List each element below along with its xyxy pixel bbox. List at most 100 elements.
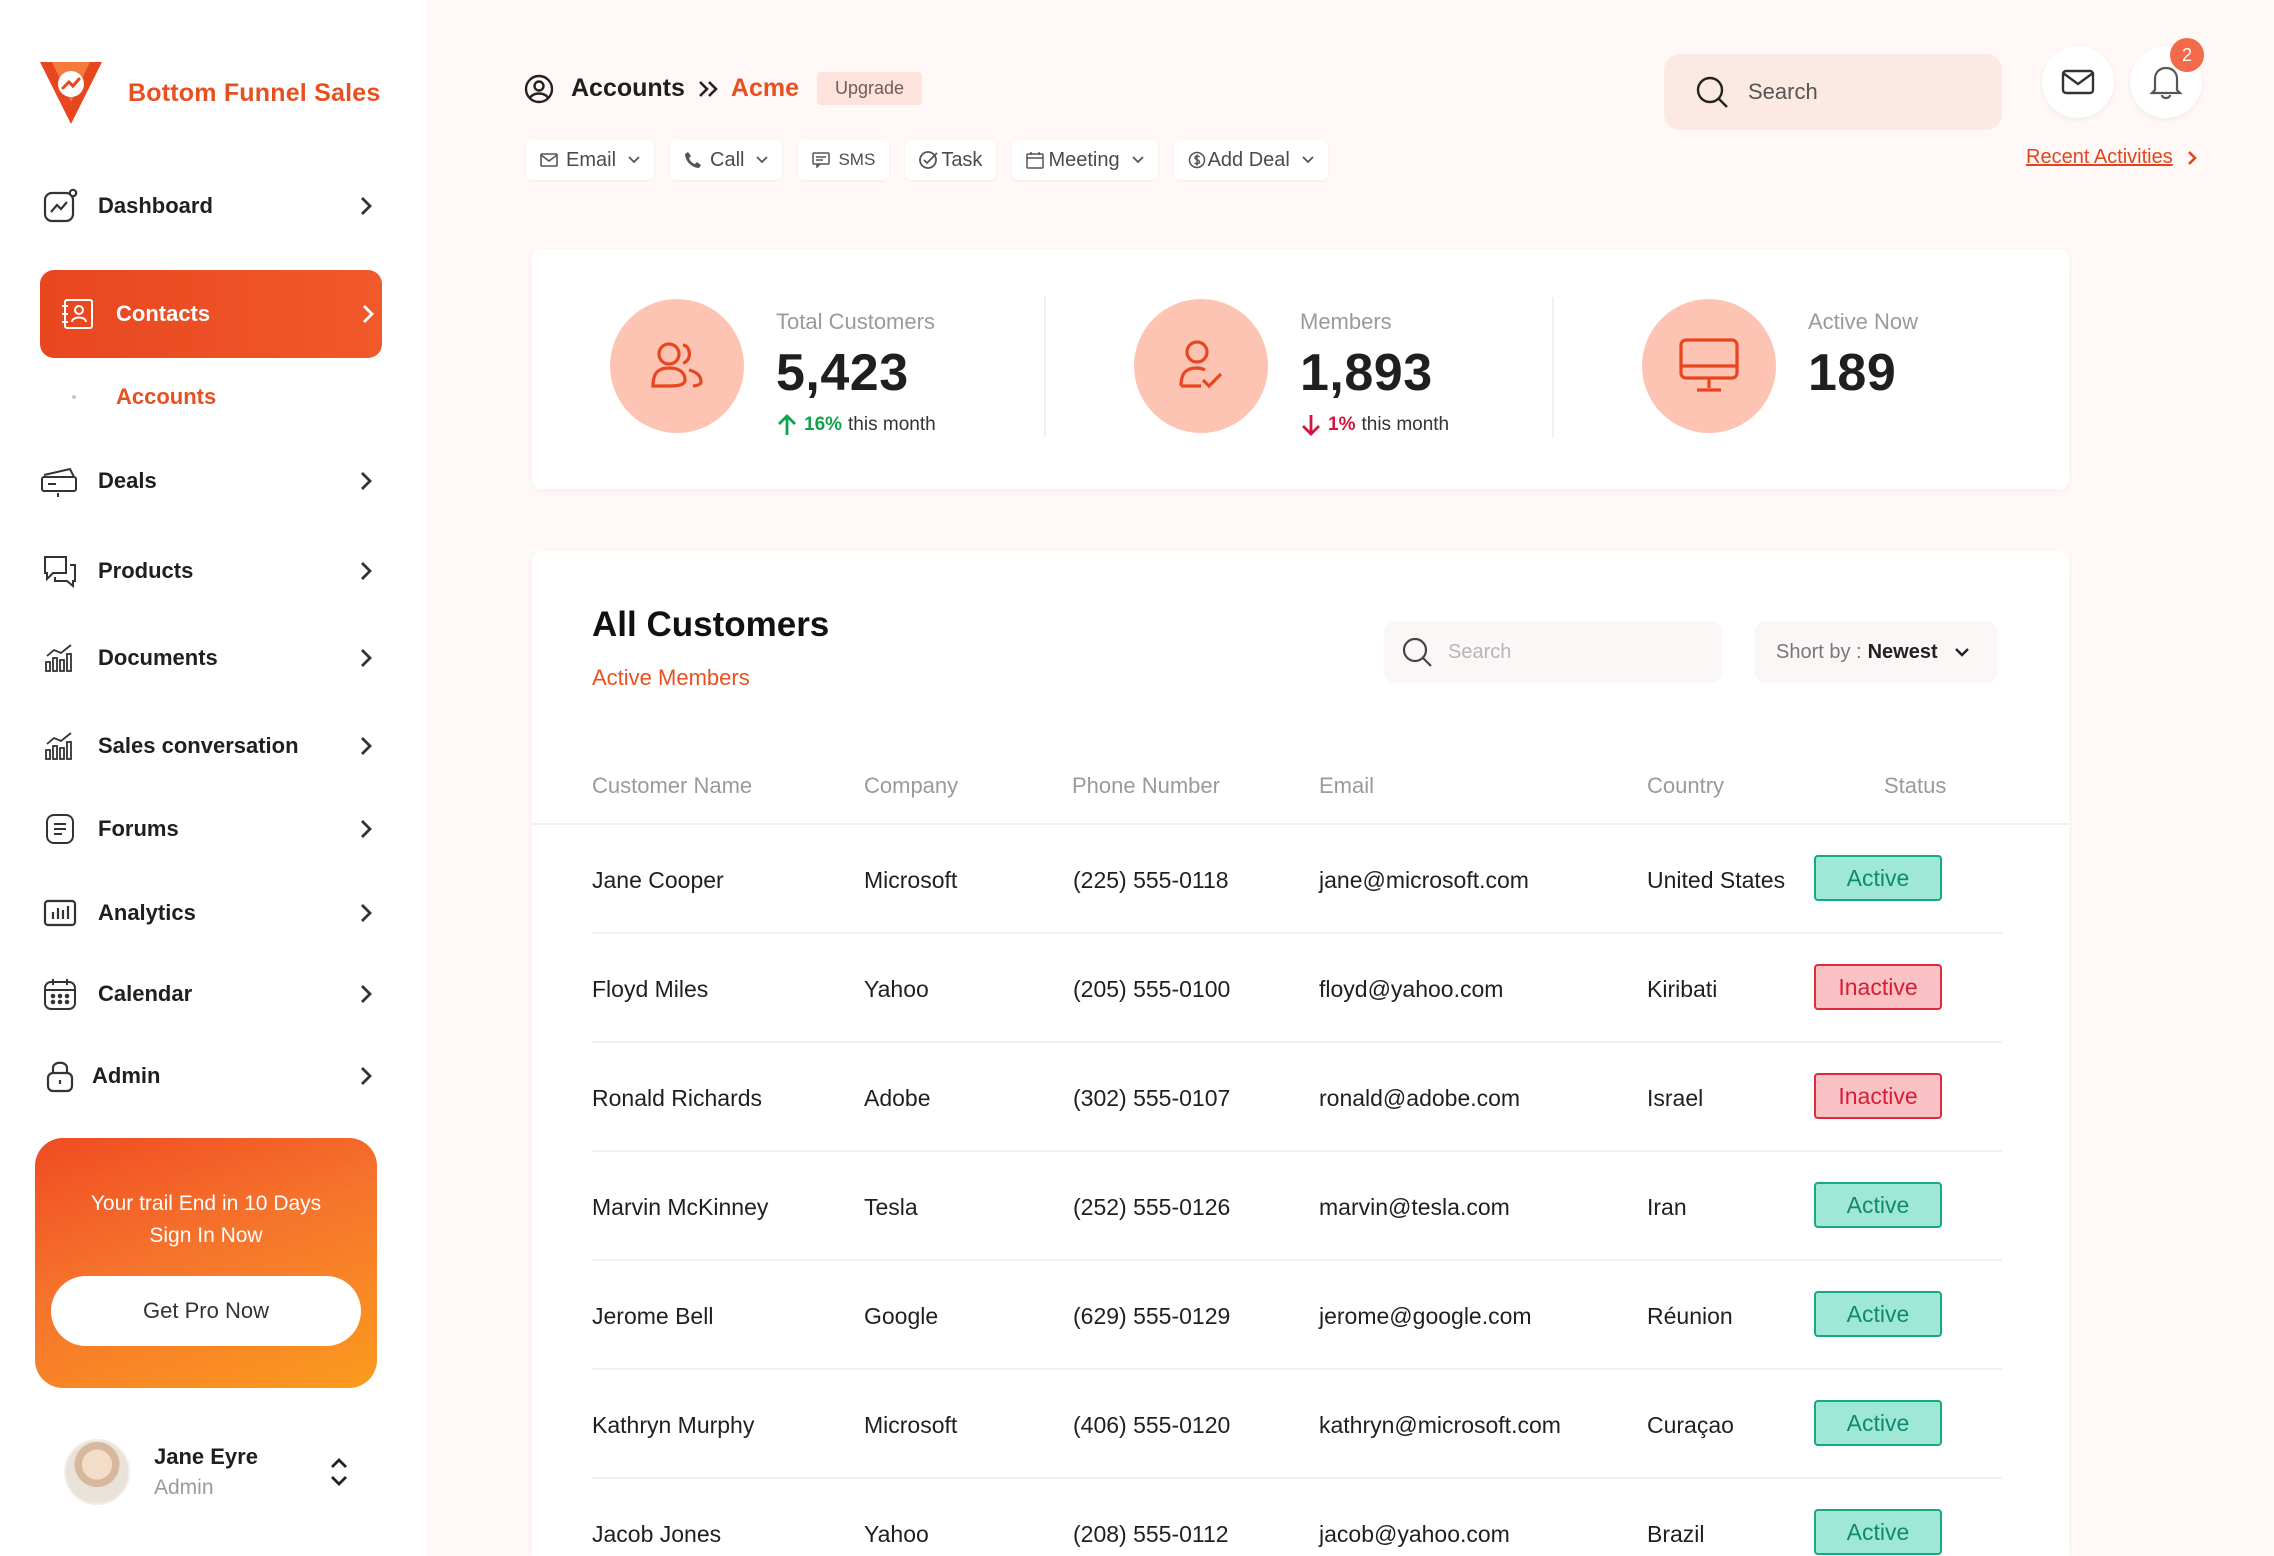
column-header[interactable]: Email: [1319, 773, 1374, 799]
chevron-down-icon: [1131, 156, 1144, 164]
meeting-action-button[interactable]: Meeting: [1012, 140, 1158, 180]
cell-email[interactable]: floyd@yahoo.com: [1319, 976, 1503, 1003]
cell-company: Microsoft: [864, 867, 958, 893]
table-row[interactable]: Kathryn Murphy Microsoft (406) 555-0120 kat…: [592, 1370, 2002, 1479]
sidebar-item-products[interactable]: Products: [40, 541, 380, 601]
users-icon: [651, 342, 703, 388]
sidebar-item-dashboard[interactable]: Dashboard: [40, 176, 380, 236]
cell-customer-name: Jerome Bell: [592, 1303, 714, 1329]
breadcrumb-accounts[interactable]: Accounts: [571, 74, 685, 103]
task-action-button[interactable]: Task: [905, 140, 997, 180]
sidebar-item-admin[interactable]: Admin: [40, 1046, 380, 1106]
status-badge: Active: [1814, 1291, 1942, 1337]
notification-count-badge: 2: [2170, 38, 2204, 72]
email-action-label: Email: [566, 148, 617, 171]
brand-logo-icon: [40, 62, 102, 124]
cell-email[interactable]: jacob@yahoo.com: [1319, 1521, 1510, 1548]
cell-phone: (252) 555-0126: [1073, 1194, 1231, 1220]
cell-country: Brazil: [1647, 1521, 1705, 1547]
chevron-down-icon: [1302, 156, 1314, 164]
table-row[interactable]: Jacob Jones Yahoo (208) 555-0112 jacob@yaho…: [592, 1479, 2002, 1556]
chevron-right-icon: [352, 815, 380, 843]
double-chevron-right-icon: [697, 79, 719, 99]
messages-button[interactable]: [2042, 46, 2114, 118]
mail-icon: [2061, 69, 2095, 95]
user-profile[interactable]: Jane Eyre Admin: [64, 1436, 354, 1508]
column-header[interactable]: Status: [1884, 773, 1946, 799]
sidebar-subitem-accounts[interactable]: Accounts: [72, 384, 216, 410]
sidebar-item-contacts[interactable]: Contacts: [40, 270, 382, 358]
column-header[interactable]: Company: [864, 773, 958, 799]
stat-delta: 16% this month: [776, 413, 936, 437]
sidebar-item-label: Documents: [98, 645, 218, 670]
global-search-input[interactable]: Search: [1664, 54, 2002, 130]
cell-company: Yahoo: [864, 976, 929, 1002]
cell-phone: (205) 555-0100: [1073, 976, 1231, 1002]
cell-email[interactable]: marvin@tesla.com: [1319, 1194, 1510, 1221]
sidebar-item-documents[interactable]: Documents: [40, 628, 380, 688]
cell-email[interactable]: kathryn@microsoft.com: [1319, 1412, 1561, 1439]
table-row[interactable]: Jerome Bell Google (629) 555-0129 jerome@go…: [592, 1261, 2002, 1370]
recent-activities-label: Recent Activities: [2026, 146, 2173, 168]
stat-label: Active Now: [1808, 309, 1919, 334]
sidebar-item-deals[interactable]: Deals: [40, 451, 380, 511]
cell-company: Microsoft: [864, 1412, 958, 1438]
status-badge: Active: [1814, 1400, 1942, 1446]
stat-info: Members 1,893 1% this month: [1300, 309, 1449, 437]
analytics-icon: [40, 893, 80, 933]
brand[interactable]: Bottom Funnel Sales: [38, 58, 380, 128]
cell-email[interactable]: jerome@google.com: [1319, 1303, 1532, 1330]
sidebar-item-analytics[interactable]: Analytics: [40, 883, 380, 943]
sidebar: Bottom Funnel Sales Dashboard Contacts A…: [0, 0, 426, 1556]
table-row[interactable]: Marvin McKinney Tesla (252) 555-0126 marvin…: [592, 1152, 2002, 1261]
stats-card: Total Customers 5,423 16% this month Mem…: [532, 249, 2069, 489]
sort-dropdown[interactable]: Short by : Newest: [1754, 621, 1998, 683]
email-action-button[interactable]: Email: [526, 140, 655, 180]
meeting-action-label: Meeting: [1048, 148, 1120, 171]
column-header[interactable]: Country: [1647, 773, 1724, 799]
notifications-button[interactable]: 2: [2130, 38, 2204, 118]
cell-email[interactable]: ronald@adobe.com: [1319, 1085, 1520, 1112]
arrow-up-icon: [776, 413, 798, 437]
table-header: Customer Name Company Phone Number Email…: [532, 761, 2069, 825]
dollar-circle-icon: [1188, 151, 1206, 169]
upgrade-badge[interactable]: Upgrade: [817, 72, 923, 105]
cell-email[interactable]: jane@microsoft.com: [1319, 867, 1529, 894]
stat-total-customers: Total Customers 5,423 16% this month: [610, 299, 936, 437]
column-header[interactable]: Customer Name: [592, 773, 752, 799]
chevron-right-icon: [352, 467, 380, 495]
sidebar-item-forums[interactable]: Forums: [40, 799, 380, 859]
stat-delta-text: this month: [848, 414, 936, 435]
table-row[interactable]: Ronald Richards Adobe (302) 555-0107 ronald…: [592, 1043, 2002, 1152]
cell-phone: (302) 555-0107: [1073, 1085, 1231, 1111]
chevron-up-down-icon[interactable]: [324, 1452, 354, 1492]
user-role: Admin: [154, 1476, 214, 1499]
calendar-small-icon: [1026, 151, 1045, 169]
chevron-right-icon: [352, 557, 380, 585]
global-search-placeholder: Search: [1748, 79, 1818, 104]
status-badge: Inactive: [1814, 964, 1942, 1010]
sidebar-item-calendar[interactable]: Calendar: [40, 964, 380, 1024]
sales-conversation-icon: [40, 726, 80, 766]
deals-icon: [40, 461, 80, 501]
sms-action-button[interactable]: SMS: [798, 140, 890, 180]
status-badge: Active: [1814, 1509, 1942, 1555]
stat-value: 1,893: [1300, 344, 1433, 402]
action-toolbar: Email Call SMS Task Meeting Add Deal: [526, 140, 1328, 180]
breadcrumb-current[interactable]: Acme: [731, 74, 799, 103]
customers-search-input[interactable]: Search: [1384, 621, 1722, 683]
add-deal-action-button[interactable]: Add Deal: [1173, 140, 1328, 180]
table-row[interactable]: Jane Cooper Microsoft (225) 555-0118 jane@m…: [592, 825, 2002, 934]
get-pro-button[interactable]: Get Pro Now: [51, 1276, 361, 1346]
task-action-label: Task: [941, 148, 983, 171]
column-header[interactable]: Phone Number: [1072, 773, 1220, 799]
customers-subtitle[interactable]: Active Members: [592, 665, 750, 691]
user-name: Jane Eyre: [154, 1444, 258, 1469]
sidebar-item-sales-conversation[interactable]: Sales conversation: [40, 716, 380, 776]
recent-activities-link[interactable]: Recent Activities: [2026, 146, 2197, 169]
trial-promo-line2[interactable]: Sign In Now: [35, 1220, 377, 1252]
stat-members: Members 1,893 1% this month: [1134, 299, 1449, 437]
call-action-button[interactable]: Call: [670, 140, 783, 180]
table-row[interactable]: Floyd Miles Yahoo (205) 555-0100 floyd@yaho…: [592, 934, 2002, 1043]
search-icon: [1694, 74, 1730, 110]
